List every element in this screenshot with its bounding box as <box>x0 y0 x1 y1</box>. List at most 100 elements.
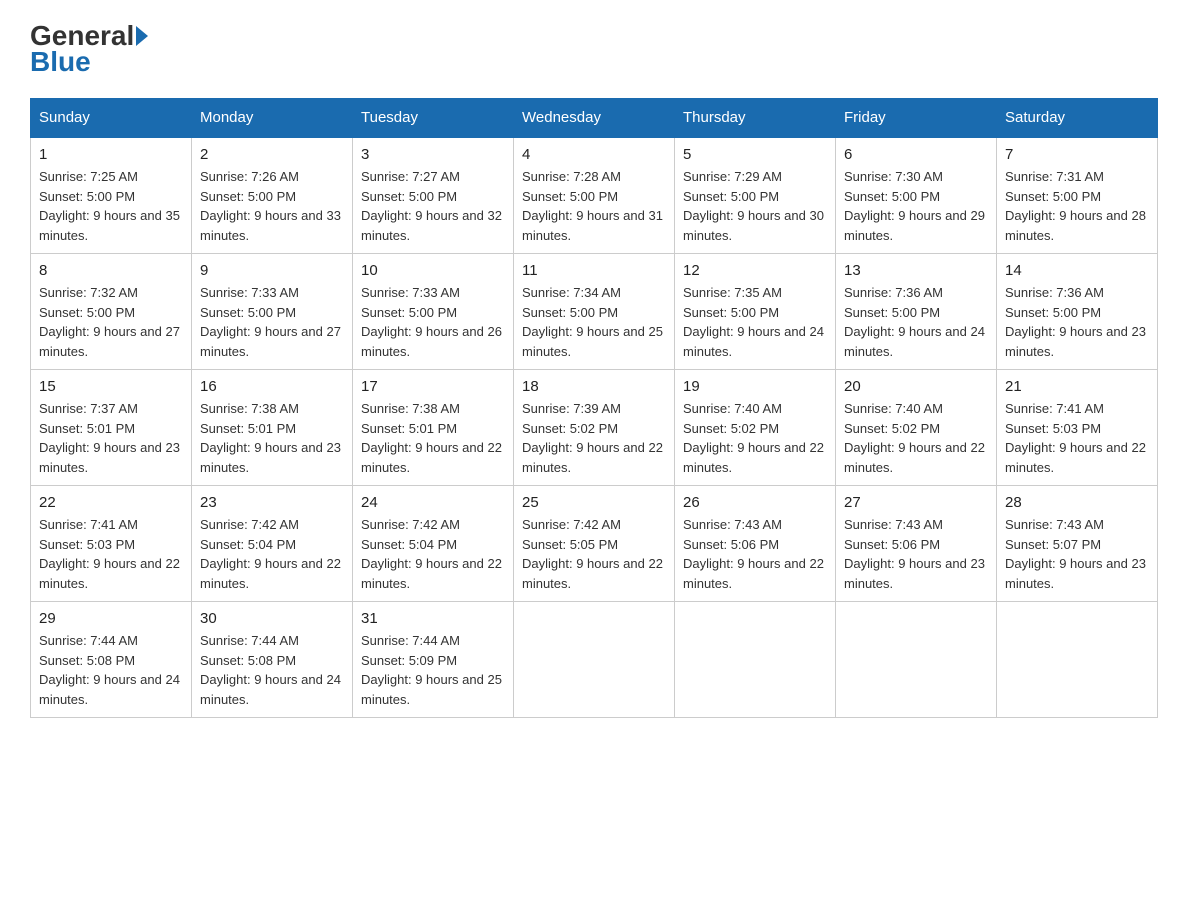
daylight-label: Daylight: 9 hours and 22 minutes. <box>39 556 180 591</box>
sunrise-label: Sunrise: 7:38 AM <box>200 401 299 416</box>
daylight-label: Daylight: 9 hours and 23 minutes. <box>200 440 341 475</box>
daylight-label: Daylight: 9 hours and 23 minutes. <box>844 556 985 591</box>
calendar-cell: 6 Sunrise: 7:30 AM Sunset: 5:00 PM Dayli… <box>836 137 997 254</box>
daylight-label: Daylight: 9 hours and 31 minutes. <box>522 208 663 243</box>
day-number: 7 <box>1005 146 1149 163</box>
sunrise-label: Sunrise: 7:36 AM <box>1005 285 1104 300</box>
sunrise-label: Sunrise: 7:42 AM <box>522 517 621 532</box>
daylight-label: Daylight: 9 hours and 24 minutes. <box>200 672 341 707</box>
day-number: 20 <box>844 378 988 395</box>
sunset-label: Sunset: 5:00 PM <box>844 189 940 204</box>
calendar-table: SundayMondayTuesdayWednesdayThursdayFrid… <box>30 98 1158 718</box>
day-number: 26 <box>683 494 827 511</box>
day-number: 16 <box>200 378 344 395</box>
sunrise-label: Sunrise: 7:42 AM <box>361 517 460 532</box>
sunset-label: Sunset: 5:00 PM <box>683 305 779 320</box>
day-number: 10 <box>361 262 505 279</box>
daylight-label: Daylight: 9 hours and 33 minutes. <box>200 208 341 243</box>
day-info: Sunrise: 7:43 AM Sunset: 5:07 PM Dayligh… <box>1005 515 1149 593</box>
day-info: Sunrise: 7:25 AM Sunset: 5:00 PM Dayligh… <box>39 167 183 245</box>
calendar-body: 1 Sunrise: 7:25 AM Sunset: 5:00 PM Dayli… <box>31 137 1158 718</box>
sunset-label: Sunset: 5:00 PM <box>844 305 940 320</box>
calendar-cell: 5 Sunrise: 7:29 AM Sunset: 5:00 PM Dayli… <box>675 137 836 254</box>
day-number: 12 <box>683 262 827 279</box>
sunrise-label: Sunrise: 7:37 AM <box>39 401 138 416</box>
day-info: Sunrise: 7:44 AM Sunset: 5:08 PM Dayligh… <box>39 631 183 709</box>
sunrise-label: Sunrise: 7:39 AM <box>522 401 621 416</box>
sunset-label: Sunset: 5:06 PM <box>844 537 940 552</box>
day-number: 30 <box>200 610 344 627</box>
calendar-week-row: 29 Sunrise: 7:44 AM Sunset: 5:08 PM Dayl… <box>31 602 1158 718</box>
sunset-label: Sunset: 5:02 PM <box>522 421 618 436</box>
sunrise-label: Sunrise: 7:43 AM <box>683 517 782 532</box>
calendar-cell: 10 Sunrise: 7:33 AM Sunset: 5:00 PM Dayl… <box>353 254 514 370</box>
calendar-week-row: 15 Sunrise: 7:37 AM Sunset: 5:01 PM Dayl… <box>31 370 1158 486</box>
sunrise-label: Sunrise: 7:44 AM <box>200 633 299 648</box>
sunrise-label: Sunrise: 7:29 AM <box>683 169 782 184</box>
sunset-label: Sunset: 5:00 PM <box>522 189 618 204</box>
daylight-label: Daylight: 9 hours and 22 minutes. <box>361 556 502 591</box>
sunrise-label: Sunrise: 7:40 AM <box>683 401 782 416</box>
sunset-label: Sunset: 5:01 PM <box>200 421 296 436</box>
calendar-cell: 14 Sunrise: 7:36 AM Sunset: 5:00 PM Dayl… <box>997 254 1158 370</box>
calendar-cell: 25 Sunrise: 7:42 AM Sunset: 5:05 PM Dayl… <box>514 486 675 602</box>
day-info: Sunrise: 7:42 AM Sunset: 5:04 PM Dayligh… <box>361 515 505 593</box>
calendar-week-row: 8 Sunrise: 7:32 AM Sunset: 5:00 PM Dayli… <box>31 254 1158 370</box>
sunset-label: Sunset: 5:04 PM <box>200 537 296 552</box>
day-number: 15 <box>39 378 183 395</box>
day-info: Sunrise: 7:31 AM Sunset: 5:00 PM Dayligh… <box>1005 167 1149 245</box>
sunrise-label: Sunrise: 7:43 AM <box>844 517 943 532</box>
day-number: 8 <box>39 262 183 279</box>
sunset-label: Sunset: 5:00 PM <box>39 189 135 204</box>
day-number: 14 <box>1005 262 1149 279</box>
calendar-cell: 29 Sunrise: 7:44 AM Sunset: 5:08 PM Dayl… <box>31 602 192 718</box>
sunset-label: Sunset: 5:00 PM <box>1005 305 1101 320</box>
calendar-cell: 2 Sunrise: 7:26 AM Sunset: 5:00 PM Dayli… <box>192 137 353 254</box>
day-info: Sunrise: 7:33 AM Sunset: 5:00 PM Dayligh… <box>361 283 505 361</box>
sunrise-label: Sunrise: 7:26 AM <box>200 169 299 184</box>
sunset-label: Sunset: 5:08 PM <box>39 653 135 668</box>
day-info: Sunrise: 7:43 AM Sunset: 5:06 PM Dayligh… <box>683 515 827 593</box>
sunset-label: Sunset: 5:03 PM <box>39 537 135 552</box>
calendar-cell: 17 Sunrise: 7:38 AM Sunset: 5:01 PM Dayl… <box>353 370 514 486</box>
day-number: 2 <box>200 146 344 163</box>
logo-arrow-icon <box>136 26 148 46</box>
day-number: 5 <box>683 146 827 163</box>
header-day-friday: Friday <box>836 99 997 138</box>
day-info: Sunrise: 7:34 AM Sunset: 5:00 PM Dayligh… <box>522 283 666 361</box>
sunrise-label: Sunrise: 7:44 AM <box>39 633 138 648</box>
sunset-label: Sunset: 5:06 PM <box>683 537 779 552</box>
day-info: Sunrise: 7:42 AM Sunset: 5:05 PM Dayligh… <box>522 515 666 593</box>
calendar-cell: 4 Sunrise: 7:28 AM Sunset: 5:00 PM Dayli… <box>514 137 675 254</box>
calendar-cell: 7 Sunrise: 7:31 AM Sunset: 5:00 PM Dayli… <box>997 137 1158 254</box>
calendar-cell: 18 Sunrise: 7:39 AM Sunset: 5:02 PM Dayl… <box>514 370 675 486</box>
daylight-label: Daylight: 9 hours and 29 minutes. <box>844 208 985 243</box>
sunset-label: Sunset: 5:00 PM <box>361 305 457 320</box>
daylight-label: Daylight: 9 hours and 22 minutes. <box>844 440 985 475</box>
calendar-cell: 20 Sunrise: 7:40 AM Sunset: 5:02 PM Dayl… <box>836 370 997 486</box>
calendar-cell: 12 Sunrise: 7:35 AM Sunset: 5:00 PM Dayl… <box>675 254 836 370</box>
sunset-label: Sunset: 5:04 PM <box>361 537 457 552</box>
day-info: Sunrise: 7:30 AM Sunset: 5:00 PM Dayligh… <box>844 167 988 245</box>
header-day-saturday: Saturday <box>997 99 1158 138</box>
sunset-label: Sunset: 5:00 PM <box>1005 189 1101 204</box>
day-number: 6 <box>844 146 988 163</box>
daylight-label: Daylight: 9 hours and 23 minutes. <box>39 440 180 475</box>
calendar-cell: 13 Sunrise: 7:36 AM Sunset: 5:00 PM Dayl… <box>836 254 997 370</box>
daylight-label: Daylight: 9 hours and 26 minutes. <box>361 324 502 359</box>
calendar-cell <box>836 602 997 718</box>
sunrise-label: Sunrise: 7:40 AM <box>844 401 943 416</box>
day-info: Sunrise: 7:36 AM Sunset: 5:00 PM Dayligh… <box>1005 283 1149 361</box>
calendar-cell <box>514 602 675 718</box>
daylight-label: Daylight: 9 hours and 22 minutes. <box>522 556 663 591</box>
sunset-label: Sunset: 5:08 PM <box>200 653 296 668</box>
day-info: Sunrise: 7:41 AM Sunset: 5:03 PM Dayligh… <box>39 515 183 593</box>
sunrise-label: Sunrise: 7:30 AM <box>844 169 943 184</box>
calendar-cell: 22 Sunrise: 7:41 AM Sunset: 5:03 PM Dayl… <box>31 486 192 602</box>
day-info: Sunrise: 7:43 AM Sunset: 5:06 PM Dayligh… <box>844 515 988 593</box>
daylight-label: Daylight: 9 hours and 24 minutes. <box>844 324 985 359</box>
sunrise-label: Sunrise: 7:36 AM <box>844 285 943 300</box>
sunrise-label: Sunrise: 7:34 AM <box>522 285 621 300</box>
sunrise-label: Sunrise: 7:25 AM <box>39 169 138 184</box>
sunset-label: Sunset: 5:02 PM <box>683 421 779 436</box>
